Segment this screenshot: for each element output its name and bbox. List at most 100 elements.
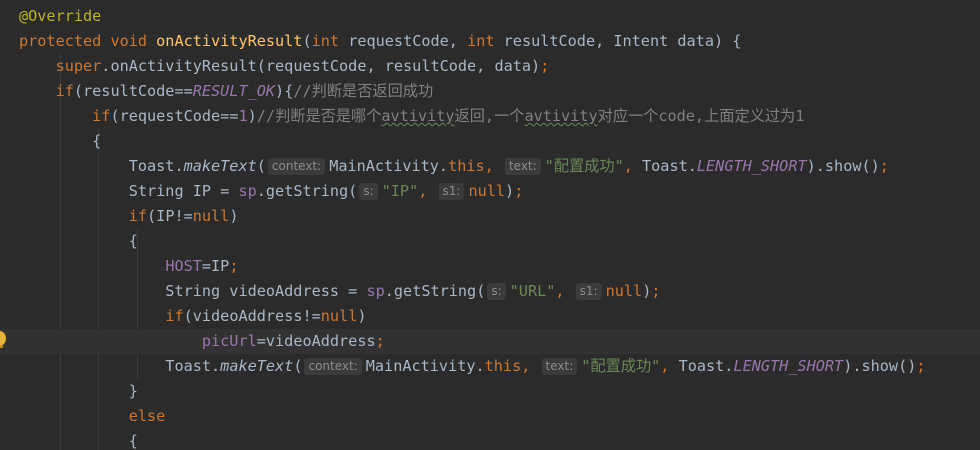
parameter-hint: s: [487,283,506,300]
code-token: if [92,107,111,125]
code-token: onActivityResult [156,32,303,50]
code-line[interactable]: else [0,404,980,429]
code-line[interactable]: if(resultCode==RESULT_OK){//判断是否返回成功 [0,79,980,104]
code-token: makeText [183,157,257,175]
code-token: null [605,282,643,300]
code-token: ).show() [806,157,880,175]
code-token: MainActivity. [365,357,485,375]
code-token: .getString( [384,282,486,300]
code-token: int [311,32,349,50]
parameter-hint: context: [304,358,362,375]
code-token: null [468,182,506,200]
code-token: Toast. [642,157,697,175]
code-token: ; [514,182,524,200]
code-token: ) [357,307,367,325]
code-token: ) [229,207,239,225]
code-token: String videoAddress = [19,282,367,300]
code-token: "配置成功" [581,357,661,375]
code-token: =videoAddress [256,332,376,350]
code-line[interactable]: String IP = sp.getString(s: "IP", s1: null… [0,179,980,204]
code-token: //判断是否返回成功 [293,82,434,100]
code-token: "配置成功" [544,157,624,175]
code-token: "URL" [509,282,556,300]
code-token: (resultCode== [73,82,193,100]
code-token: { [19,132,102,150]
parameter-hint: text: [541,358,578,375]
code-line[interactable]: if(requestCode==1)//判断是否是哪个avtivity返回,一个… [0,104,980,129]
code-token: ; [879,157,889,175]
code-line[interactable]: super.onActivityResult(requestCode, resu… [0,54,980,79]
code-line[interactable]: @Override [0,4,980,29]
code-token: if [128,207,148,225]
code-token: picUrl [201,332,257,350]
code-line[interactable]: Toast.makeText(context: MainActivity.this… [0,154,980,179]
parameter-hint: s1: [438,183,465,200]
code-token: ; [651,282,661,300]
code-token: sp [238,182,257,200]
code-token: ( [256,157,266,175]
code-token: , [521,357,540,375]
code-token: ; [229,257,239,275]
code-line[interactable]: } [0,379,980,404]
code-token: makeText [220,357,294,375]
code-token: ( [302,32,312,50]
code-token: LENGTH_SHORT [733,357,844,375]
code-token: avtivity [381,107,455,125]
code-token: void [110,32,157,50]
code-token: super [55,57,102,75]
code-token: ) [247,107,257,125]
code-token: 1 [238,107,248,125]
code-token: if [165,307,184,325]
code-token: Toast. [678,357,734,375]
code-editor[interactable]: @Override protected void onActivityResult… [0,0,980,450]
code-line[interactable]: { [0,429,980,450]
code-token: requestCode, [348,32,468,50]
code-token: Toast. [19,157,184,175]
code-token: String IP = [19,182,239,200]
code-line[interactable]: picUrl=videoAddress; [0,329,980,354]
code-token: @Override [19,7,102,25]
code-token: , [555,282,574,300]
code-token: this [448,157,485,175]
code-token: , [623,157,643,175]
code-line[interactable]: Toast.makeText(context: MainActivity.this… [0,354,980,379]
code-token: ; [540,57,550,75]
code-token: .onActivityResult(requestCode, resultCod… [101,57,541,75]
code-token: ) [505,182,515,200]
code-line[interactable]: { [0,229,980,254]
code-line[interactable]: HOST=IP; [0,254,980,279]
code-token: null [320,307,358,325]
code-line[interactable]: if(videoAddress!=null) [0,304,980,329]
code-token: MainActivity. [329,157,449,175]
code-token: RESULT_OK [192,82,276,100]
code-token: (videoAddress!= [183,307,321,325]
code-token: =IP [201,257,230,275]
code-token: ; [916,357,926,375]
code-token: { [19,432,138,450]
code-token: ; [375,332,385,350]
code-line[interactable]: if(IP!=null) [0,204,980,229]
code-line[interactable]: { [0,129,980,154]
code-token: (IP!= [147,207,193,225]
parameter-hint: text: [504,158,541,175]
code-token: ) [642,282,652,300]
code-token: 返回,一个 [454,107,525,125]
parameter-hint: s: [359,183,378,200]
parameter-hint: s1: [575,283,602,300]
code-line[interactable]: protected void onActivityResult(int requ… [0,29,980,54]
code-token: else [128,407,166,425]
parameter-hint: context: [267,158,326,175]
code-token: { [19,232,138,250]
code-token: , [660,357,679,375]
code-token: sp [366,282,385,300]
code-token: ).show() [843,357,917,375]
code-line[interactable]: String videoAddress = sp.getString(s: "UR… [0,279,980,304]
code-token: Toast. [19,357,221,375]
